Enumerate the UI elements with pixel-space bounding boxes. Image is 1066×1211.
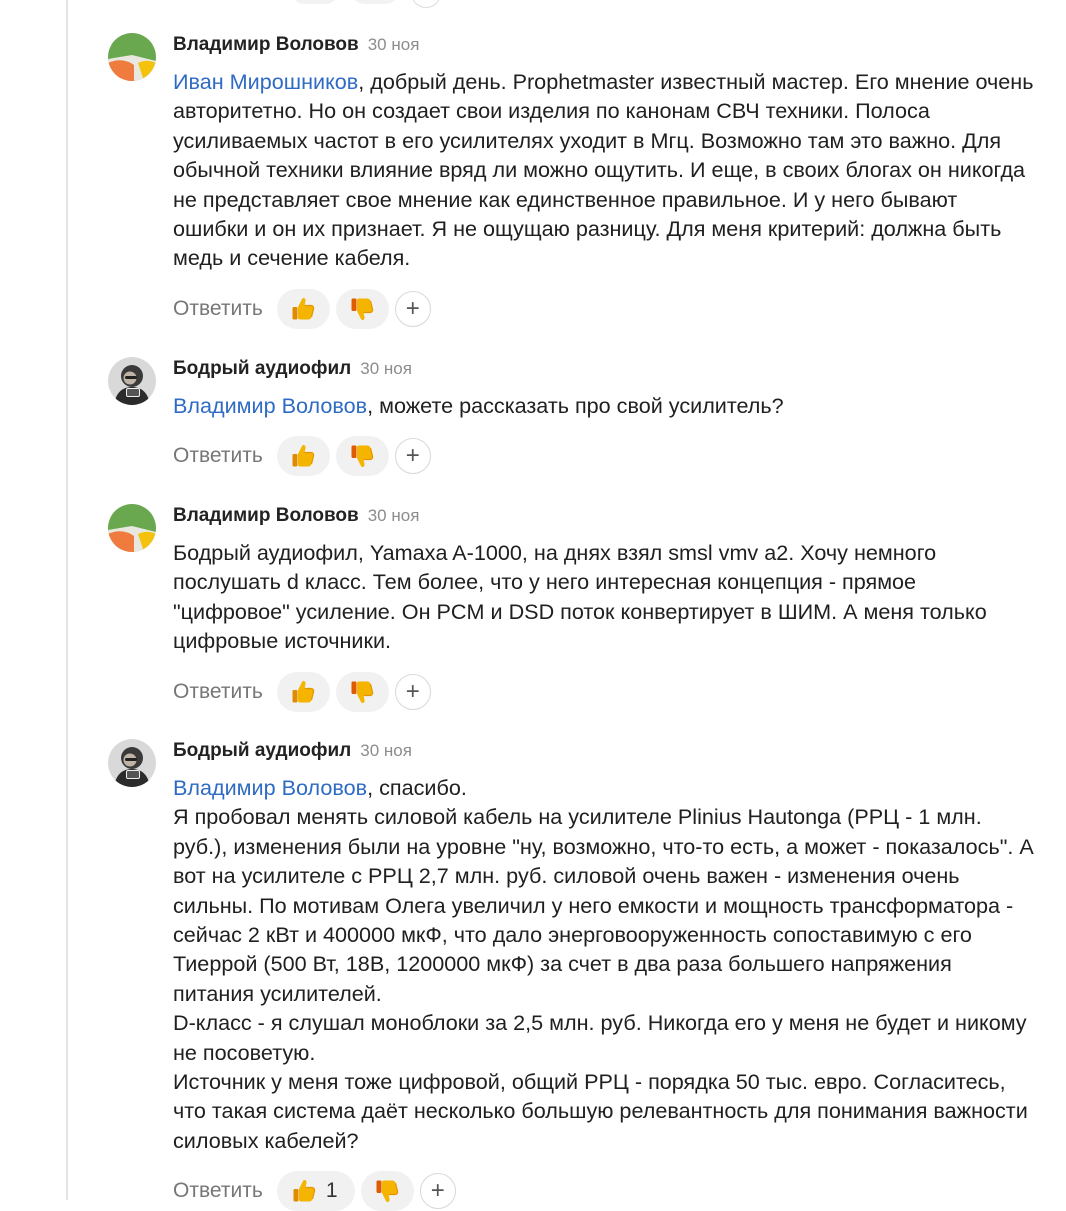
- comment-date: 30 ноя: [367, 506, 420, 525]
- add-reaction-button[interactable]: +: [394, 673, 431, 710]
- comment-author[interactable]: Бодрый аудиофил: [173, 740, 351, 761]
- add-reaction-button[interactable]: +: [419, 1173, 456, 1210]
- add-reaction-button[interactable]: +: [394, 290, 431, 327]
- comment-text: Владимир Воловов, можете рассказать про …: [173, 393, 784, 418]
- comment-text: Владимир Воловов, спасибо. Я пробовал ме…: [173, 775, 1034, 1153]
- comment-actions: Ответить +: [173, 671, 1038, 712]
- thumbs-down-icon: [348, 678, 376, 706]
- comment: Бодрый аудиофил 30 ноя Владимир Воловов, …: [108, 739, 1038, 1211]
- dislike-button[interactable]: [335, 436, 389, 477]
- plus-icon: +: [405, 677, 420, 705]
- add-reaction-button[interactable]: +: [394, 438, 431, 475]
- like-button[interactable]: [276, 288, 330, 329]
- comment-date: 30 ноя: [360, 359, 412, 378]
- dislike-button-partial[interactable]: [350, 0, 400, 4]
- avatar[interactable]: [108, 357, 156, 405]
- thumbs-up-icon: [290, 1177, 318, 1205]
- thumbs-up-icon: [289, 295, 317, 323]
- add-reaction-button-partial[interactable]: [411, 0, 441, 8]
- thumbs-down-icon: [373, 1177, 401, 1205]
- comment-date: 30 ноя: [360, 741, 412, 760]
- comment-text: Иван Мирошников, добрый день. Prophetmas…: [173, 69, 1034, 271]
- reply-button[interactable]: Ответить: [173, 444, 263, 468]
- mention-link[interactable]: Владимир Воловов: [173, 775, 367, 800]
- avatar[interactable]: [108, 33, 156, 81]
- comment: Бодрый аудиофил 30 ноя Владимир Воловов, …: [108, 357, 1038, 477]
- comment-date: 30 ноя: [367, 35, 420, 54]
- thumbs-down-icon: [348, 442, 376, 470]
- like-button[interactable]: [276, 436, 330, 477]
- comment-text: Бодрый аудиофил, Yamaxa A-1000, на днях …: [173, 540, 987, 654]
- comment-author[interactable]: Владимир Воловов: [173, 505, 359, 526]
- dislike-button[interactable]: [335, 288, 389, 329]
- like-button[interactable]: 1: [276, 1171, 355, 1211]
- plus-icon: +: [405, 294, 420, 322]
- thumbs-down-icon: [348, 295, 376, 323]
- comment-author[interactable]: Владимир Воловов: [173, 34, 359, 55]
- reply-button[interactable]: Ответить: [173, 680, 263, 704]
- comment-actions: Ответить +: [173, 436, 1038, 477]
- comment: Владимир Воловов 30 ноя Бодрый аудиофил, …: [108, 504, 1038, 712]
- avatar[interactable]: [108, 504, 156, 552]
- avatar[interactable]: [108, 739, 156, 787]
- thumbs-up-icon: [289, 678, 317, 706]
- comment-actions: Ответить +: [173, 288, 1038, 329]
- like-button-partial[interactable]: [290, 0, 340, 4]
- thumbs-up-icon: [289, 442, 317, 470]
- reply-button[interactable]: Ответить: [173, 297, 263, 321]
- comment-actions: Ответить 1 +: [173, 1171, 1038, 1211]
- comment: Владимир Воловов 30 ноя Иван Мирошников, …: [108, 33, 1038, 329]
- dislike-button[interactable]: [335, 671, 389, 712]
- comment-author[interactable]: Бодрый аудиофил: [173, 358, 351, 379]
- plus-icon: +: [405, 442, 420, 470]
- dislike-button[interactable]: [360, 1171, 414, 1211]
- like-button[interactable]: [276, 671, 330, 712]
- mention-link[interactable]: Иван Мирошников: [173, 69, 358, 94]
- mention-link[interactable]: Владимир Воловов: [173, 393, 367, 418]
- thread-line: [66, 0, 68, 1200]
